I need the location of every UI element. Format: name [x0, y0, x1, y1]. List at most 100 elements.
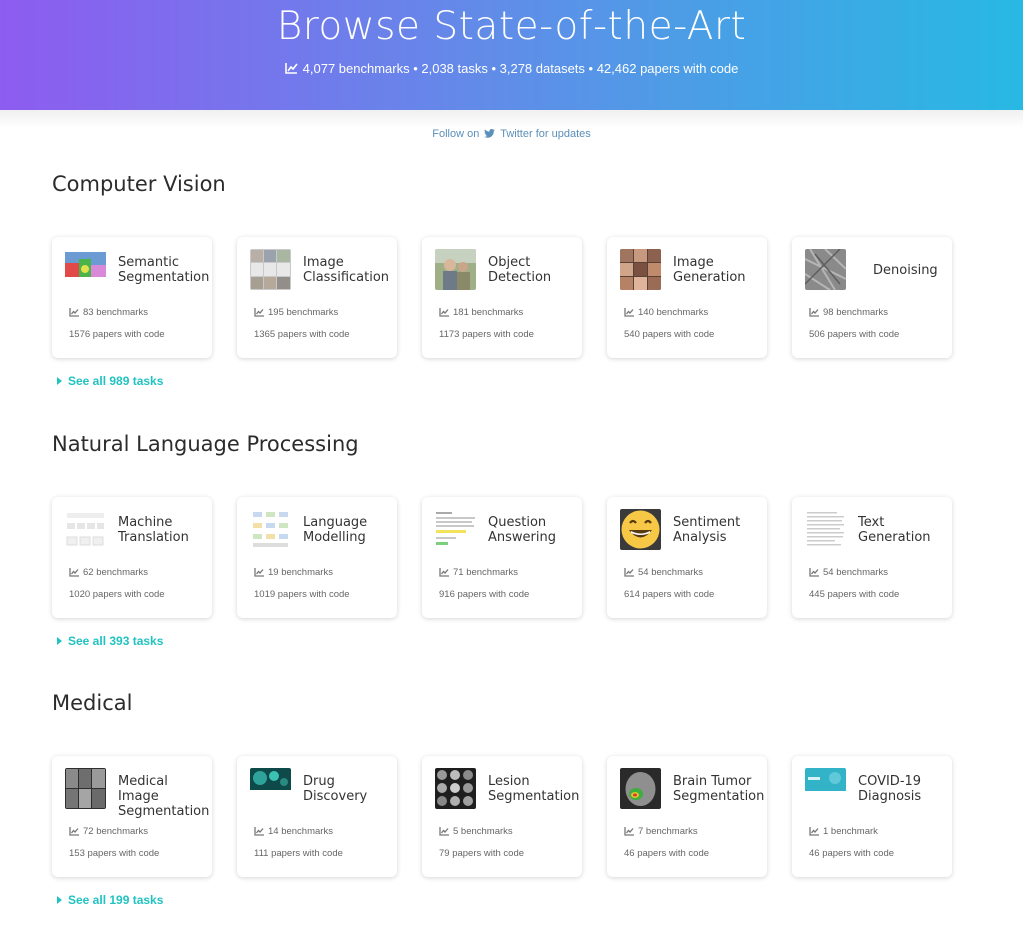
smiley-emoji-thumbnail: [620, 509, 661, 550]
chart-icon: [624, 827, 634, 836]
caret-right-icon: [57, 377, 62, 385]
task-row-computer-vision: Semantic Segmentation 83 benchmarks 1576…: [52, 237, 952, 358]
benchmarks-label: 72 benchmarks: [83, 826, 148, 837]
task-card-text-generation[interactable]: Text Generation 54 benchmarks 445 papers…: [792, 497, 952, 618]
caret-right-icon: [57, 637, 62, 645]
section-title-computer-vision: Computer Vision: [52, 172, 226, 196]
task-card-image-classification[interactable]: Image Classification 195 benchmarks 1365…: [237, 237, 397, 358]
chart-icon: [624, 308, 634, 317]
chart-icon: [809, 827, 819, 836]
classification-thumbnail: [250, 249, 291, 290]
benchmarks-label: 54 benchmarks: [823, 567, 888, 578]
task-name: Drug Discovery: [303, 774, 368, 804]
task-card-brain-tumor-segmentation[interactable]: Brain Tumor Segmentation 7 benchmarks 46…: [607, 756, 767, 877]
benchmark-count: 54 benchmarks: [624, 567, 703, 578]
task-card-object-detection[interactable]: Object Detection 181 benchmarks 1173 pap…: [422, 237, 582, 358]
chart-icon: [809, 308, 819, 317]
detection-thumbnail: [435, 249, 476, 290]
task-name: Question Answering: [488, 515, 556, 545]
task-name: Medical Image Segmentation: [118, 774, 210, 819]
task-card-drug-discovery[interactable]: Drug Discovery 14 benchmarks 111 papers …: [237, 756, 397, 877]
papers-count: 1173 papers with code: [439, 329, 534, 340]
benchmarks-label: 195 benchmarks: [268, 307, 339, 318]
lesion-scan-thumbnail: [435, 768, 476, 809]
benchmark-count: 14 benchmarks: [254, 826, 333, 837]
translation-diagram-thumbnail: [65, 509, 106, 550]
chart-icon: [439, 827, 449, 836]
task-card-medical-image-segmentation[interactable]: Medical Image Segmentation 72 benchmarks…: [52, 756, 212, 877]
chart-icon: [69, 827, 79, 836]
chart-icon: [254, 568, 264, 577]
chart-icon: [69, 308, 79, 317]
papers-count: 79 papers with code: [439, 848, 525, 859]
see-all-label: See all 393 tasks: [68, 634, 164, 648]
benchmark-count: 181 benchmarks: [439, 307, 523, 318]
chart-icon: [69, 568, 79, 577]
see-all-label: See all 199 tasks: [68, 893, 164, 907]
benchmarks-label: 98 benchmarks: [823, 307, 888, 318]
task-name: Lesion Segmentation: [488, 774, 580, 804]
task-name: Text Generation: [858, 515, 931, 545]
section-title-medical: Medical: [52, 691, 133, 715]
papers-count: 46 papers with code: [624, 848, 710, 859]
chart-icon: [624, 568, 634, 577]
benchmarks-label: 62 benchmarks: [83, 567, 148, 578]
papers-count: 1576 papers with code: [69, 329, 165, 340]
chart-icon: [254, 308, 264, 317]
benchmarks-label: 83 benchmarks: [83, 307, 148, 318]
papers-count: 111 papers with code: [254, 848, 343, 859]
task-name: Sentiment Analysis: [673, 515, 741, 545]
benchmark-count: 71 benchmarks: [439, 567, 518, 578]
task-row-medical: Medical Image Segmentation 72 benchmarks…: [52, 756, 952, 877]
task-name: Denoising: [873, 263, 938, 278]
benchmark-count: 54 benchmarks: [809, 567, 888, 578]
benchmarks-label: 1 benchmark: [823, 826, 878, 837]
papers-count: 1365 papers with code: [254, 329, 350, 340]
task-card-denoising[interactable]: Denoising 98 benchmarks 506 papers with …: [792, 237, 952, 358]
covid-banner-thumbnail: [805, 768, 846, 809]
benchmark-count: 83 benchmarks: [69, 307, 148, 318]
benchmark-count: 140 benchmarks: [624, 307, 708, 318]
chart-icon: [284, 63, 298, 74]
molecule-thumbnail: [250, 768, 291, 809]
benchmarks-label: 19 benchmarks: [268, 567, 333, 578]
task-card-language-modelling[interactable]: Language Modelling 19 benchmarks 1019 pa…: [237, 497, 397, 618]
task-card-question-answering[interactable]: Question Answering 71 benchmarks 916 pap…: [422, 497, 582, 618]
twitter-icon[interactable]: [484, 129, 496, 138]
benchmarks-label: 54 benchmarks: [638, 567, 703, 578]
task-card-image-generation[interactable]: Image Generation 140 benchmarks 540 pape…: [607, 237, 767, 358]
benchmark-count: 62 benchmarks: [69, 567, 148, 578]
noisy-image-thumbnail: [805, 249, 846, 290]
task-card-semantic-segmentation[interactable]: Semantic Segmentation 83 benchmarks 1576…: [52, 237, 212, 358]
task-name: Semantic Segmentation: [118, 255, 210, 285]
benchmark-count: 5 benchmarks: [439, 826, 513, 837]
stats-line: 4,077 benchmarks • 2,038 tasks • 3,278 d…: [0, 61, 1023, 76]
papers-count: 153 papers with code: [69, 848, 160, 859]
task-name: Image Generation: [673, 255, 746, 285]
benchmark-count: 19 benchmarks: [254, 567, 333, 578]
see-all-medical-link[interactable]: See all 199 tasks: [57, 893, 163, 907]
task-card-machine-translation[interactable]: Machine Translation 62 benchmarks 1020 p…: [52, 497, 212, 618]
task-card-sentiment-analysis[interactable]: Sentiment Analysis 54 benchmarks 614 pap…: [607, 497, 767, 618]
see-all-computer-vision-link[interactable]: See all 989 tasks: [57, 374, 163, 388]
caret-right-icon: [57, 896, 62, 904]
chart-icon: [254, 827, 264, 836]
task-card-covid-19-diagnosis[interactable]: COVID-19 Diagnosis 1 benchmark 46 papers…: [792, 756, 952, 877]
see-all-nlp-link[interactable]: See all 393 tasks: [57, 634, 163, 648]
stats-text: 4,077 benchmarks • 2,038 tasks • 3,278 d…: [302, 61, 739, 76]
task-name: Image Classification: [303, 255, 390, 285]
benchmark-count: 1 benchmark: [809, 826, 878, 837]
task-name: Object Detection: [488, 255, 552, 285]
task-name: COVID-19 Diagnosis: [858, 774, 922, 804]
benchmarks-label: 181 benchmarks: [453, 307, 524, 318]
see-all-label: See all 989 tasks: [68, 374, 164, 388]
benchmarks-label: 5 benchmarks: [453, 826, 513, 837]
task-card-lesion-segmentation[interactable]: Lesion Segmentation 5 benchmarks 79 pape…: [422, 756, 582, 877]
twitter-link[interactable]: Twitter for updates: [500, 128, 591, 140]
text-page-thumbnail: [805, 509, 846, 550]
hero-banner: Browse State-of-the-Art 4,077 benchmarks…: [0, 0, 1023, 110]
hero-shadow: [0, 110, 1023, 128]
segmentation-thumbnail: [65, 249, 106, 290]
benchmarks-label: 140 benchmarks: [638, 307, 709, 318]
chart-icon: [439, 568, 449, 577]
